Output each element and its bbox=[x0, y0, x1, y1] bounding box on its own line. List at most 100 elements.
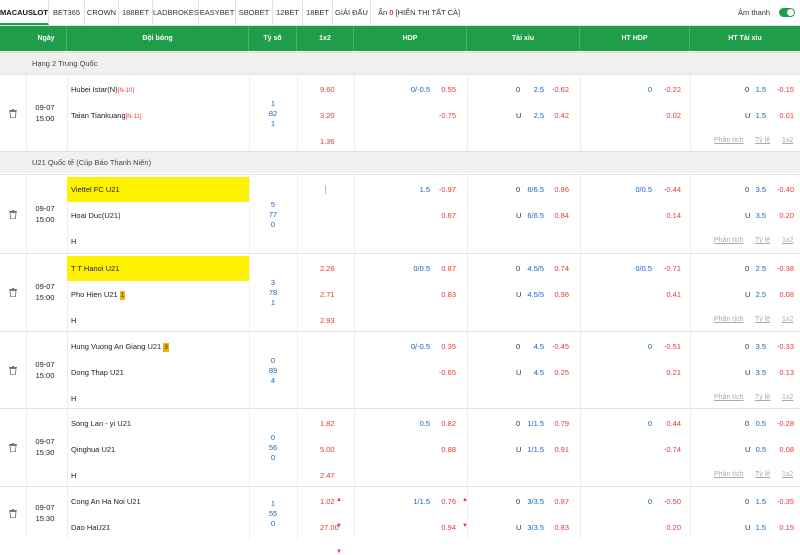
ht-hdp-away-odds[interactable]: 0.21 bbox=[666, 368, 681, 377]
tab-18bet[interactable]: 18BET bbox=[303, 0, 333, 25]
ht-hdp-home-odds[interactable]: -0.44 bbox=[664, 185, 681, 194]
ht-hdp-away-odds[interactable]: 0.41 bbox=[666, 290, 681, 299]
ou-over-odds[interactable]: 0.74 bbox=[554, 264, 569, 273]
tab-bet365[interactable]: BET365 bbox=[49, 0, 85, 25]
trash-icon[interactable] bbox=[9, 365, 17, 375]
hdp-home-odds[interactable]: 0.55 bbox=[441, 85, 456, 94]
hdp-away-odds[interactable]: 0.94 bbox=[441, 523, 456, 532]
home-team[interactable]: Viettel FC U21 bbox=[67, 177, 249, 202]
trash-icon[interactable] bbox=[9, 108, 17, 118]
ht-hdp-home-odds[interactable]: -0.22 bbox=[664, 85, 681, 94]
away-team[interactable]: Pho Hien U21 1 bbox=[67, 282, 249, 307]
sound-toggle[interactable] bbox=[779, 8, 795, 17]
ht-hdp-away-odds[interactable]: -0.74 bbox=[664, 445, 681, 454]
ht-ou-under-odds[interactable]: 0.20 bbox=[779, 211, 794, 220]
odds-1x2[interactable]: 5.00 bbox=[320, 445, 335, 454]
odds-1x2[interactable]: 2.71 bbox=[320, 290, 335, 299]
tab-188bet[interactable]: 188BET bbox=[119, 0, 153, 25]
rate-link[interactable]: Tỷ lệ bbox=[755, 137, 770, 144]
ht-ou-under-odds[interactable]: 0.08 bbox=[779, 290, 794, 299]
ht-ou-under-odds[interactable]: 0.01 bbox=[779, 111, 794, 120]
tab-giai-dau[interactable]: GIẢI ĐẤU bbox=[333, 0, 371, 25]
hdp-home-odds[interactable]: 0.76 bbox=[441, 497, 456, 506]
hdp-away-odds[interactable]: 0.83 bbox=[441, 290, 456, 299]
ht-hdp-home-odds[interactable]: -0.50 bbox=[664, 497, 681, 506]
away-team[interactable]: Qinghua U21 bbox=[67, 437, 249, 462]
odds-1x2[interactable]: 2.93 bbox=[320, 316, 335, 325]
tab-easybet[interactable]: EASYBET bbox=[199, 0, 236, 25]
ht-hdp-away-odds[interactable]: 0.20 bbox=[666, 523, 681, 532]
ou-over-odds[interactable]: -0.45 bbox=[552, 342, 569, 351]
x12-link[interactable]: 1x2 bbox=[782, 237, 793, 244]
ht-ou-over-odds[interactable]: -0.28 bbox=[777, 419, 794, 428]
analysis-link[interactable]: Phân tích bbox=[714, 471, 744, 478]
x12-link[interactable]: 1x2 bbox=[782, 394, 793, 401]
ou-over-odds[interactable]: 0.79 bbox=[554, 419, 569, 428]
ou-over-odds[interactable]: -0.62 bbox=[552, 85, 569, 94]
tab-crown[interactable]: CROWN bbox=[85, 0, 119, 25]
ou-under-odds[interactable]: 0.91 bbox=[554, 445, 569, 454]
ht-hdp-home-odds[interactable]: -0.51 bbox=[664, 342, 681, 351]
ou-under-odds[interactable]: 0.84 bbox=[554, 211, 569, 220]
trash-icon[interactable] bbox=[9, 288, 17, 297]
rate-link[interactable]: Tỷ lệ bbox=[755, 471, 770, 478]
tab-ladbrokes[interactable]: LADBROKES bbox=[153, 0, 199, 25]
away-team[interactable]: Dao HaU21 bbox=[67, 515, 249, 540]
ht-hdp-away-odds[interactable]: 0.02 bbox=[666, 111, 681, 120]
home-team[interactable]: Hubei Istar(N)[N-10] bbox=[67, 77, 249, 102]
odds-1x2[interactable]: 2.26 bbox=[320, 264, 335, 273]
hdp-away-odds[interactable]: -0.75 bbox=[439, 111, 456, 120]
analysis-link[interactable]: Phân tích bbox=[714, 394, 744, 401]
ou-over-odds[interactable]: 0.87 bbox=[554, 497, 569, 506]
ht-hdp-home-odds[interactable]: 0.44 bbox=[666, 419, 681, 428]
ou-under-odds[interactable]: 0.42 bbox=[554, 111, 569, 120]
odds-1x2[interactable]: 1.82 bbox=[320, 419, 335, 428]
ou-under-odds[interactable]: 0.96 bbox=[554, 290, 569, 299]
hdp-home-odds[interactable]: 0.87 bbox=[441, 264, 456, 273]
ht-ou-under-odds[interactable]: 0.15 bbox=[779, 523, 794, 532]
hdp-away-odds[interactable]: 0.88 bbox=[441, 445, 456, 454]
ht-ou-over-odds[interactable]: -0.33 bbox=[777, 342, 794, 351]
show-all-link[interactable]: [HIỂN THỊ TẤT CẢ] bbox=[396, 8, 461, 17]
ht-ou-under-odds[interactable]: 0.13 bbox=[779, 368, 794, 377]
ht-ou-over-odds[interactable]: -0.15 bbox=[777, 85, 794, 94]
odds-1x2[interactable]: 2.47 bbox=[320, 471, 335, 480]
away-team[interactable]: Dong Thap U21 bbox=[67, 360, 249, 385]
analysis-link[interactable]: Phân tích bbox=[714, 316, 744, 323]
analysis-link[interactable]: Phân tích bbox=[714, 137, 744, 144]
ht-ou-over-odds[interactable]: -0.40 bbox=[777, 185, 794, 194]
rate-link[interactable]: Tỷ lệ bbox=[755, 316, 770, 323]
ou-over-odds[interactable]: 0.86 bbox=[554, 185, 569, 194]
hdp-home-odds[interactable]: 0.35 bbox=[441, 342, 456, 351]
tab-macauslot[interactable]: MACAUSLOT bbox=[0, 0, 49, 25]
hdp-home-odds[interactable]: 0.82 bbox=[441, 419, 456, 428]
ou-under-odds[interactable]: 0.25 bbox=[554, 368, 569, 377]
odds-1x2[interactable]: 9.60 bbox=[320, 85, 335, 94]
odds-1x2[interactable]: 3.20 bbox=[320, 111, 335, 120]
hdp-home-odds[interactable]: -0.97 bbox=[439, 185, 456, 194]
ou-under-odds[interactable]: 0.83 bbox=[554, 523, 569, 532]
away-team[interactable]: Hoai Duc(U21) bbox=[67, 203, 249, 228]
odds-1x2[interactable]: 1.36 bbox=[320, 137, 335, 146]
tab-sbobet[interactable]: SBOBET bbox=[236, 0, 273, 25]
ht-hdp-home-odds[interactable]: -0.71 bbox=[664, 264, 681, 273]
tab-12bet[interactable]: 12BET bbox=[273, 0, 303, 25]
x12-link[interactable]: 1x2 bbox=[782, 316, 793, 323]
ht-ou-under-odds[interactable]: 0.08 bbox=[779, 445, 794, 454]
odds-1x2[interactable]: 1.02 bbox=[320, 497, 335, 506]
x12-link[interactable]: 1x2 bbox=[782, 137, 793, 144]
trash-icon[interactable] bbox=[9, 443, 17, 452]
home-team[interactable]: T T Hanoi U21 bbox=[67, 256, 249, 281]
ht-ou-over-odds[interactable]: -0.35 bbox=[777, 497, 794, 506]
analysis-link[interactable]: Phân tích bbox=[714, 237, 744, 244]
x12-link[interactable]: 1x2 bbox=[782, 471, 793, 478]
rate-link[interactable]: Tỷ lệ bbox=[755, 394, 770, 401]
hdp-away-odds[interactable]: 0.67 bbox=[441, 211, 456, 220]
home-team[interactable]: Cong An Ha Noi U21 bbox=[67, 489, 249, 514]
ht-hdp-away-odds[interactable]: 0.14 bbox=[666, 211, 681, 220]
hdp-away-odds[interactable]: -0.65 bbox=[439, 368, 456, 377]
rate-link[interactable]: Tỷ lệ bbox=[755, 237, 770, 244]
trash-icon[interactable] bbox=[9, 209, 17, 219]
ht-ou-over-odds[interactable]: -0.38 bbox=[777, 264, 794, 273]
trash-icon[interactable] bbox=[9, 508, 17, 518]
